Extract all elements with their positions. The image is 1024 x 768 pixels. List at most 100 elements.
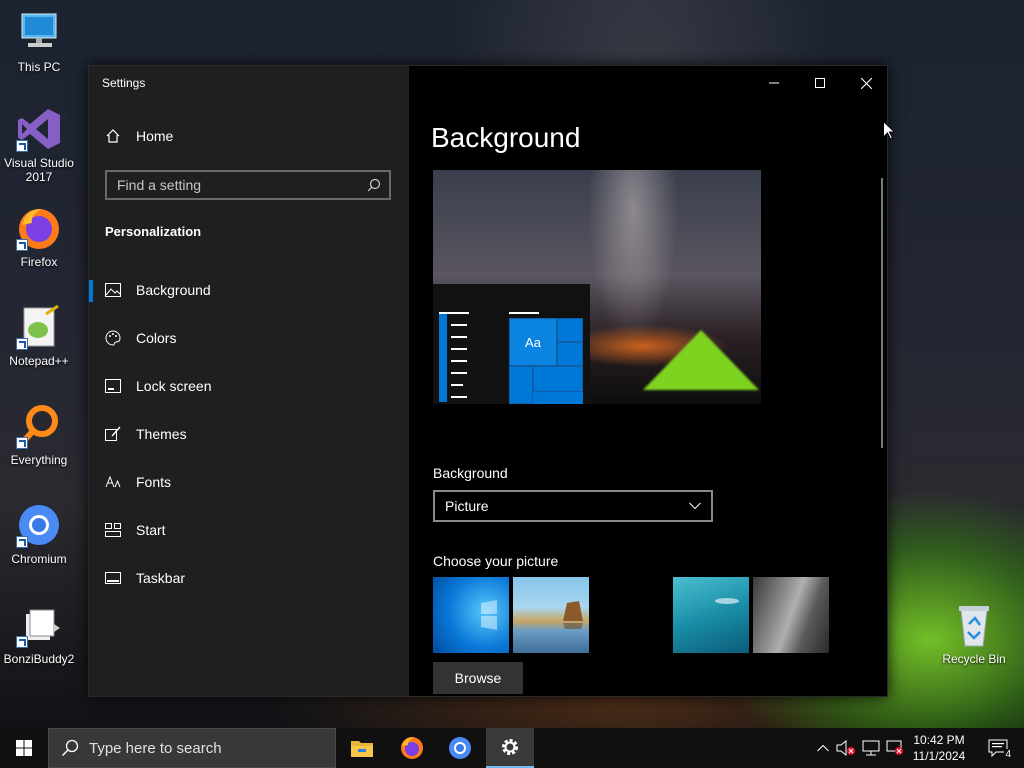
shortcut-arrow-icon (16, 140, 28, 152)
desktop-icon-label: Visual Studio 2017 (4, 156, 74, 184)
swimmer-illustration (715, 598, 739, 604)
desktop-icon-label: This PC (17, 60, 61, 74)
nav-item-label: Colors (136, 330, 177, 346)
maximize-button[interactable] (797, 72, 843, 94)
close-button[interactable] (843, 72, 889, 94)
themes-brush-icon (105, 426, 121, 442)
nav-item-taskbar[interactable]: Taskbar (89, 558, 409, 598)
nav-item-label: Taskbar (136, 570, 186, 586)
desktop-icon-notepad-plus-plus[interactable]: Notepad++ (2, 304, 76, 368)
windows-logo-icon (16, 740, 32, 756)
desktop-icon-label: Notepad++ (9, 354, 69, 368)
taskbar-clock[interactable]: 10:42 PM 11/1/2024 (906, 732, 972, 764)
nav-item-label: Background (136, 282, 211, 298)
taskbar-firefox[interactable] (388, 728, 436, 768)
volume-muted-button[interactable] (834, 728, 858, 768)
desktop-icon-chromium[interactable]: Chromium (2, 502, 76, 566)
nav-item-background[interactable]: Background (89, 270, 409, 310)
taskbar-search-box[interactable]: Type here to search (48, 728, 336, 768)
desktop-icon-visual-studio[interactable]: Visual Studio 2017 (2, 106, 76, 184)
desktop-icon-everything[interactable]: Everything (2, 403, 76, 467)
settings-content-pane: Background Aa Background Picture Choose … (409, 66, 887, 696)
network-icon (862, 740, 880, 756)
close-icon (860, 77, 872, 89)
shortcut-arrow-icon (16, 338, 28, 350)
background-type-value: Picture (445, 498, 489, 514)
minimize-button[interactable] (751, 72, 797, 94)
visual-studio-icon (16, 106, 62, 152)
lock-screen-icon (105, 378, 121, 394)
maximize-icon (815, 78, 825, 88)
chevron-down-icon (689, 502, 701, 510)
nav-item-label: Themes (136, 426, 187, 442)
network-button[interactable] (860, 728, 882, 768)
firefox-icon (401, 737, 423, 759)
start-layout-icon (105, 522, 121, 538)
nav-item-fonts[interactable]: Fonts (89, 462, 409, 502)
search-icon (62, 739, 79, 756)
taskbar-search-placeholder: Type here to search (89, 739, 222, 757)
shortcut-arrow-icon (16, 437, 28, 449)
picture-icon (105, 282, 121, 298)
home-label: Home (136, 128, 174, 144)
content-scrollbar[interactable] (881, 178, 883, 448)
nav-item-themes[interactable]: Themes (89, 414, 409, 454)
show-hidden-icons-button[interactable] (814, 728, 832, 768)
folder-icon (351, 741, 373, 757)
clock-date: 11/1/2024 (912, 749, 966, 763)
nav-item-start[interactable]: Start (89, 510, 409, 550)
home-icon (106, 129, 120, 143)
desktop-icon-bonzibuddy[interactable]: BonziBuddy2 (2, 602, 76, 666)
mouse-cursor-icon (883, 121, 895, 140)
desktop-icon-this-pc[interactable]: This PC (2, 10, 76, 74)
windows-light-icon (481, 600, 497, 630)
action-status-button[interactable] (884, 728, 906, 768)
desktop-icon-firefox[interactable]: Firefox (2, 205, 76, 269)
browse-button[interactable]: Browse (433, 662, 523, 694)
taskbar-file-explorer[interactable] (338, 728, 386, 768)
chevron-up-icon (817, 744, 829, 752)
nav-item-lock-screen[interactable]: Lock screen (89, 366, 409, 406)
taskbar-icon (105, 570, 121, 586)
home-link[interactable]: Home (105, 128, 173, 144)
picture-thumbnail-cliff[interactable] (753, 577, 829, 653)
start-button[interactable] (0, 728, 48, 768)
action-center-button[interactable]: 4 (978, 728, 1018, 768)
background-type-label: Background (433, 465, 508, 481)
fonts-icon (105, 474, 121, 490)
window-title: Settings (102, 76, 146, 90)
find-setting-input[interactable]: Find a setting (105, 170, 391, 200)
palette-icon (105, 330, 121, 346)
minimize-icon (769, 82, 779, 84)
everything-search-icon (16, 403, 62, 449)
picture-thumbnail-beach[interactable] (513, 577, 589, 653)
find-setting-placeholder: Find a setting (117, 177, 202, 193)
desktop-icon-label: Chromium (11, 552, 67, 566)
picture-thumbnail-underwater[interactable] (673, 577, 749, 653)
recycle-bin-icon (951, 602, 997, 648)
search-icon (367, 178, 381, 192)
background-type-dropdown[interactable]: Picture (433, 490, 713, 522)
preview-tile-text: Aa (509, 318, 557, 366)
chromium-icon (449, 737, 471, 759)
picture-thumbnail-windows[interactable] (433, 577, 509, 653)
speaker-muted-icon (836, 740, 855, 756)
nav-item-label: Fonts (136, 474, 172, 490)
start-menu-preview: Aa (433, 284, 590, 404)
bonzibuddy-icon (16, 602, 62, 648)
section-title: Personalization (105, 224, 202, 239)
notepad-plus-plus-icon (16, 304, 62, 350)
gear-icon (502, 739, 518, 755)
chromium-icon (16, 502, 62, 548)
taskbar-settings[interactable] (486, 728, 534, 768)
shortcut-arrow-icon (16, 536, 28, 548)
firefox-icon (16, 205, 62, 251)
settings-window: Settings Home Find a setting Personaliza… (88, 65, 888, 697)
computer-icon (16, 10, 62, 56)
taskbar-chromium[interactable] (436, 728, 484, 768)
clock-time: 10:42 PM (913, 733, 965, 747)
nav-item-label: Start (136, 522, 166, 538)
nav-item-colors[interactable]: Colors (89, 318, 409, 358)
desktop-icon-label: Everything (10, 453, 68, 467)
desktop-icon-recycle-bin[interactable]: Recycle Bin (937, 602, 1011, 666)
